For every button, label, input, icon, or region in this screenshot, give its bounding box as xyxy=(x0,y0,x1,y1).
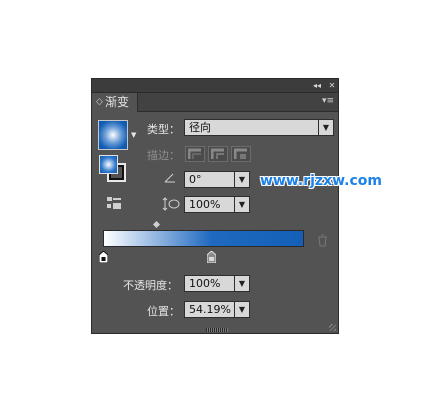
location-value: 54.19% xyxy=(189,303,231,316)
location-field[interactable]: 54.19% ▼ xyxy=(184,301,250,318)
angle-value: 0° xyxy=(189,173,202,186)
angle-icon xyxy=(164,173,175,183)
gradient-stop-selected[interactable] xyxy=(207,251,217,263)
type-select[interactable]: 径向 ▼ xyxy=(184,119,334,136)
tab-arrows-icon: ◇ xyxy=(96,97,103,107)
trash-icon[interactable] xyxy=(317,234,328,247)
chevron-down-icon[interactable]: ▼ xyxy=(234,197,249,212)
chevron-down-icon[interactable]: ▼ xyxy=(234,302,249,317)
stroke-label: 描边： xyxy=(147,149,180,162)
stroke-across-button[interactable] xyxy=(231,146,251,162)
collapse-icon[interactable]: ◂◂ xyxy=(311,79,323,93)
gradient-slider[interactable] xyxy=(103,230,304,247)
fill-swatch[interactable] xyxy=(99,155,118,174)
chevron-down-icon[interactable]: ▼ xyxy=(234,276,249,291)
stroke-within-icon xyxy=(188,148,201,159)
stroke-along-icon xyxy=(211,148,224,159)
close-icon[interactable]: ✕ xyxy=(326,79,338,93)
panel-titlebar: ◂◂ ✕ xyxy=(92,79,338,93)
type-label: 类型： xyxy=(147,123,180,136)
angle-field[interactable]: 0° ▼ xyxy=(184,171,250,188)
stroke-across-icon xyxy=(234,148,247,159)
location-label: 位置： xyxy=(147,305,180,318)
chevron-down-icon[interactable]: ▼ xyxy=(234,172,249,187)
panel-menu-icon[interactable]: ▾≡ xyxy=(322,96,334,106)
chevron-down-icon[interactable]: ▼ xyxy=(318,120,333,135)
stroke-along-button[interactable] xyxy=(208,146,228,162)
panel-resize-grip[interactable] xyxy=(206,328,228,332)
reverse-gradient-icon[interactable] xyxy=(106,196,122,210)
opacity-label: 不透明度： xyxy=(123,279,178,292)
gradient-midpoint-handle[interactable] xyxy=(152,220,161,229)
watermark-text: www.rjzxw.com xyxy=(260,173,382,189)
resize-corner-icon[interactable] xyxy=(329,324,336,331)
stroke-within-button[interactable] xyxy=(185,146,205,162)
gradient-panel: ◂◂ ✕ ◇ 渐变 ▾≡ ▼ 类型： 径向 ▼ 描边： 0° ▼ 100% ▼ … xyxy=(91,78,339,334)
aspect-ratio-value: 100% xyxy=(189,198,221,211)
opacity-value: 100% xyxy=(189,277,221,290)
gradient-stop-start[interactable] xyxy=(99,251,108,263)
gradient-preview-swatch[interactable] xyxy=(98,120,128,150)
panel-tabbar: ◇ 渐变 ▾≡ xyxy=(92,93,338,112)
tab-title: 渐变 xyxy=(105,95,130,109)
aspect-ratio-field[interactable]: 100% ▼ xyxy=(184,196,250,213)
type-value: 径向 xyxy=(189,121,211,134)
tab-gradient[interactable]: ◇ 渐变 xyxy=(92,93,138,112)
aspect-ratio-icon xyxy=(162,197,180,211)
chevron-down-icon[interactable]: ▼ xyxy=(131,131,136,139)
opacity-field[interactable]: 100% ▼ xyxy=(184,275,250,292)
